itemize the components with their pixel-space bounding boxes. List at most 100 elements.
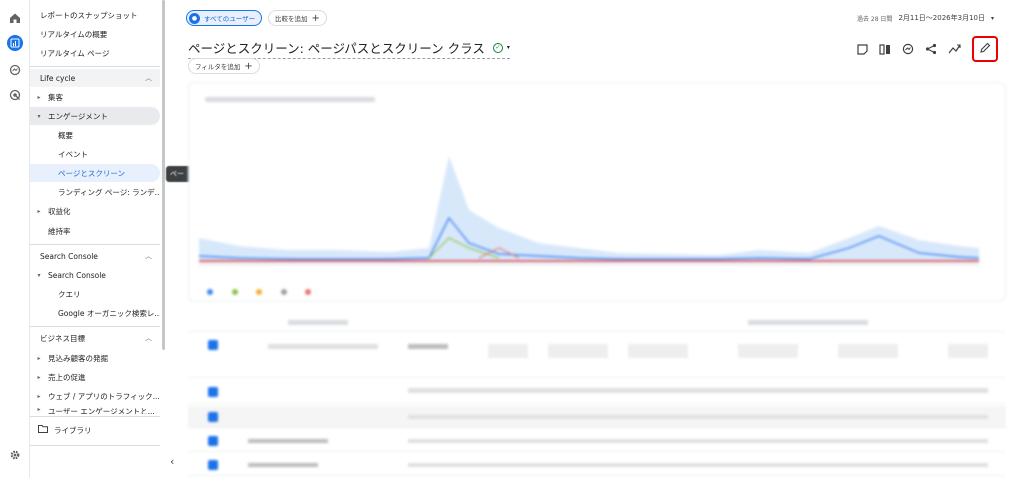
nav-divider: [30, 66, 160, 67]
icon-rail: [0, 0, 30, 478]
explore-icon[interactable]: [7, 62, 23, 78]
nav-item-events[interactable]: イベント: [30, 145, 160, 163]
section-search-console-header[interactable]: Search Console ︿: [30, 247, 160, 265]
nav-item-engagement[interactable]: ▾ エンゲージメント: [30, 107, 160, 125]
row-placeholder: [408, 415, 988, 419]
table-row: [188, 454, 1006, 476]
nav-item-lead-generation[interactable]: ▸ 見込み顧客の発掘: [30, 349, 160, 367]
compare-icon[interactable]: [878, 42, 892, 56]
chart-legend: [207, 289, 316, 296]
confidence-area: [199, 156, 979, 263]
edit-report-button[interactable]: [972, 36, 998, 62]
nav-item-drive-sales[interactable]: ▸ 売上の促進: [30, 368, 160, 386]
row-placeholder: [248, 463, 318, 467]
chevron-down-icon[interactable]: ▾: [507, 44, 510, 51]
nav-item-pages-and-screens[interactable]: ページとスクリーン: [30, 164, 160, 182]
plus-icon: +: [311, 12, 320, 24]
nav-item-acquisition[interactable]: ▸ 集客: [30, 88, 160, 106]
header-placeholder: [268, 344, 378, 349]
chevron-up-icon: ︿: [145, 334, 152, 342]
header-placeholder: [738, 344, 798, 358]
row-placeholder: [408, 463, 988, 467]
insights-icon[interactable]: [901, 42, 915, 56]
customize-report-icon[interactable]: [855, 42, 869, 56]
nav-item-engagement-overview[interactable]: 概要: [30, 126, 160, 144]
nav-scrollbar[interactable]: [162, 0, 165, 350]
nav-item-queries[interactable]: クエリ: [30, 285, 160, 303]
add-filter-button[interactable]: フィルタを追加 +: [188, 58, 260, 74]
nav-item-realtime-overview[interactable]: リアルタイムの概要: [30, 25, 160, 43]
nav-item-realtime-pages[interactable]: リアルタイム ページ: [30, 44, 160, 62]
header-placeholder: [548, 344, 608, 358]
date-range-prefix: 過去 28 日間: [856, 15, 893, 23]
report-navigation: レポートのスナップショット リアルタイムの概要 リアルタイム ページ Life …: [30, 0, 174, 478]
reports-icon[interactable]: [7, 35, 23, 51]
nav-item-label: 収益化: [48, 206, 71, 216]
date-range-picker[interactable]: 過去 28 日間 2月11日～2026年3月10日 ▾: [857, 13, 994, 23]
nav-item-snapshot[interactable]: レポートのスナップショット: [30, 6, 160, 24]
advertising-icon[interactable]: [7, 87, 23, 103]
report-content-blurred: [188, 82, 1006, 478]
table-header: [188, 336, 1006, 378]
nav-item-label: ウェブ / アプリのトラフィック...: [48, 391, 160, 401]
check-circle-icon[interactable]: ✓: [492, 42, 503, 53]
table-row: [188, 430, 1006, 452]
share-icon[interactable]: [924, 42, 938, 56]
library-link[interactable]: ライブラリ: [30, 420, 166, 440]
section-business-header[interactable]: ビジネス目標 ︿: [30, 329, 160, 347]
collapse-nav-button[interactable]: ‹: [170, 455, 174, 468]
section-business-label: ビジネス目標: [40, 333, 85, 343]
table-row: [188, 380, 1006, 404]
plus-icon: +: [244, 60, 253, 72]
header-placeholder: [838, 344, 898, 358]
nav-divider: [30, 244, 160, 245]
header-placeholder: [628, 344, 688, 358]
section-lifecycle-header[interactable]: Life cycle ︿: [30, 69, 160, 87]
add-comparison-label: 比較を追加: [275, 15, 308, 23]
segment-chip-all-users[interactable]: ● すべてのユーザー: [186, 10, 263, 26]
section-search-console-label: Search Console: [40, 251, 98, 261]
search-placeholder: [288, 320, 348, 325]
page-title[interactable]: ページとスクリーン: ページパスとスクリーン クラス ✓ ▾: [188, 38, 510, 59]
checkbox[interactable]: [208, 412, 218, 422]
edit-icon: [979, 42, 991, 56]
row-placeholder: [408, 388, 988, 393]
collapse-arrow-icon: ▾: [37, 271, 41, 279]
nav-item-label: 見込み顧客の発掘: [48, 353, 108, 363]
header-placeholder: [408, 344, 448, 349]
checkbox[interactable]: [208, 460, 218, 470]
report-toolbar: [855, 36, 998, 62]
expand-arrow-icon: ▸: [37, 207, 41, 215]
report-main: ● すべてのユーザー 比較を追加 + 過去 28 日間 2月11日～2026年3…: [178, 0, 1024, 478]
settings-icon[interactable]: [7, 447, 23, 463]
nav-item-retention[interactable]: 維持率: [30, 222, 160, 240]
nav-item-label: ユーザー エンゲージメントと...: [48, 407, 155, 414]
nav-item-landing-pages[interactable]: ランディング ページ: ランデ...: [30, 183, 160, 201]
nav-item-label: 売上の促進: [48, 372, 86, 382]
segment-chip-label: すべてのユーザー: [204, 15, 256, 23]
add-comparison-button[interactable]: 比較を追加 +: [268, 10, 327, 26]
nav-divider: [30, 445, 160, 446]
section-lifecycle-label: Life cycle: [40, 73, 76, 83]
checkbox[interactable]: [208, 387, 218, 397]
nav-item-search-console[interactable]: ▾ Search Console: [30, 266, 160, 284]
checkbox[interactable]: [208, 340, 218, 350]
segment-avatar: ●: [189, 12, 200, 24]
page-title-text: ページとスクリーン: ページパスとスクリーン クラス: [188, 41, 485, 56]
legend-item: [305, 289, 316, 296]
header-placeholder: [488, 344, 528, 358]
nav-item-web-app-traffic[interactable]: ▸ ウェブ / アプリのトラフィック...: [30, 387, 160, 405]
expand-arrow-icon: ▸: [37, 406, 41, 413]
table-toolbar: [188, 312, 1006, 332]
chevron-up-icon: ︿: [145, 252, 152, 260]
chart-title-placeholder: [205, 97, 375, 102]
checkbox[interactable]: [208, 436, 218, 446]
nav-item-monetization[interactable]: ▸ 収益化: [30, 202, 160, 220]
legend-item: [232, 289, 243, 296]
chart-card: [188, 82, 1006, 302]
nav-item-google-organic-search[interactable]: Google オーガニック検索レ...: [30, 304, 160, 322]
home-icon[interactable]: [7, 10, 23, 26]
nav-item-label: エンゲージメント: [48, 111, 108, 121]
trend-icon[interactable]: [947, 42, 961, 56]
nav-item-user-engagement[interactable]: ▸ ユーザー エンゲージメントと...: [30, 406, 160, 414]
